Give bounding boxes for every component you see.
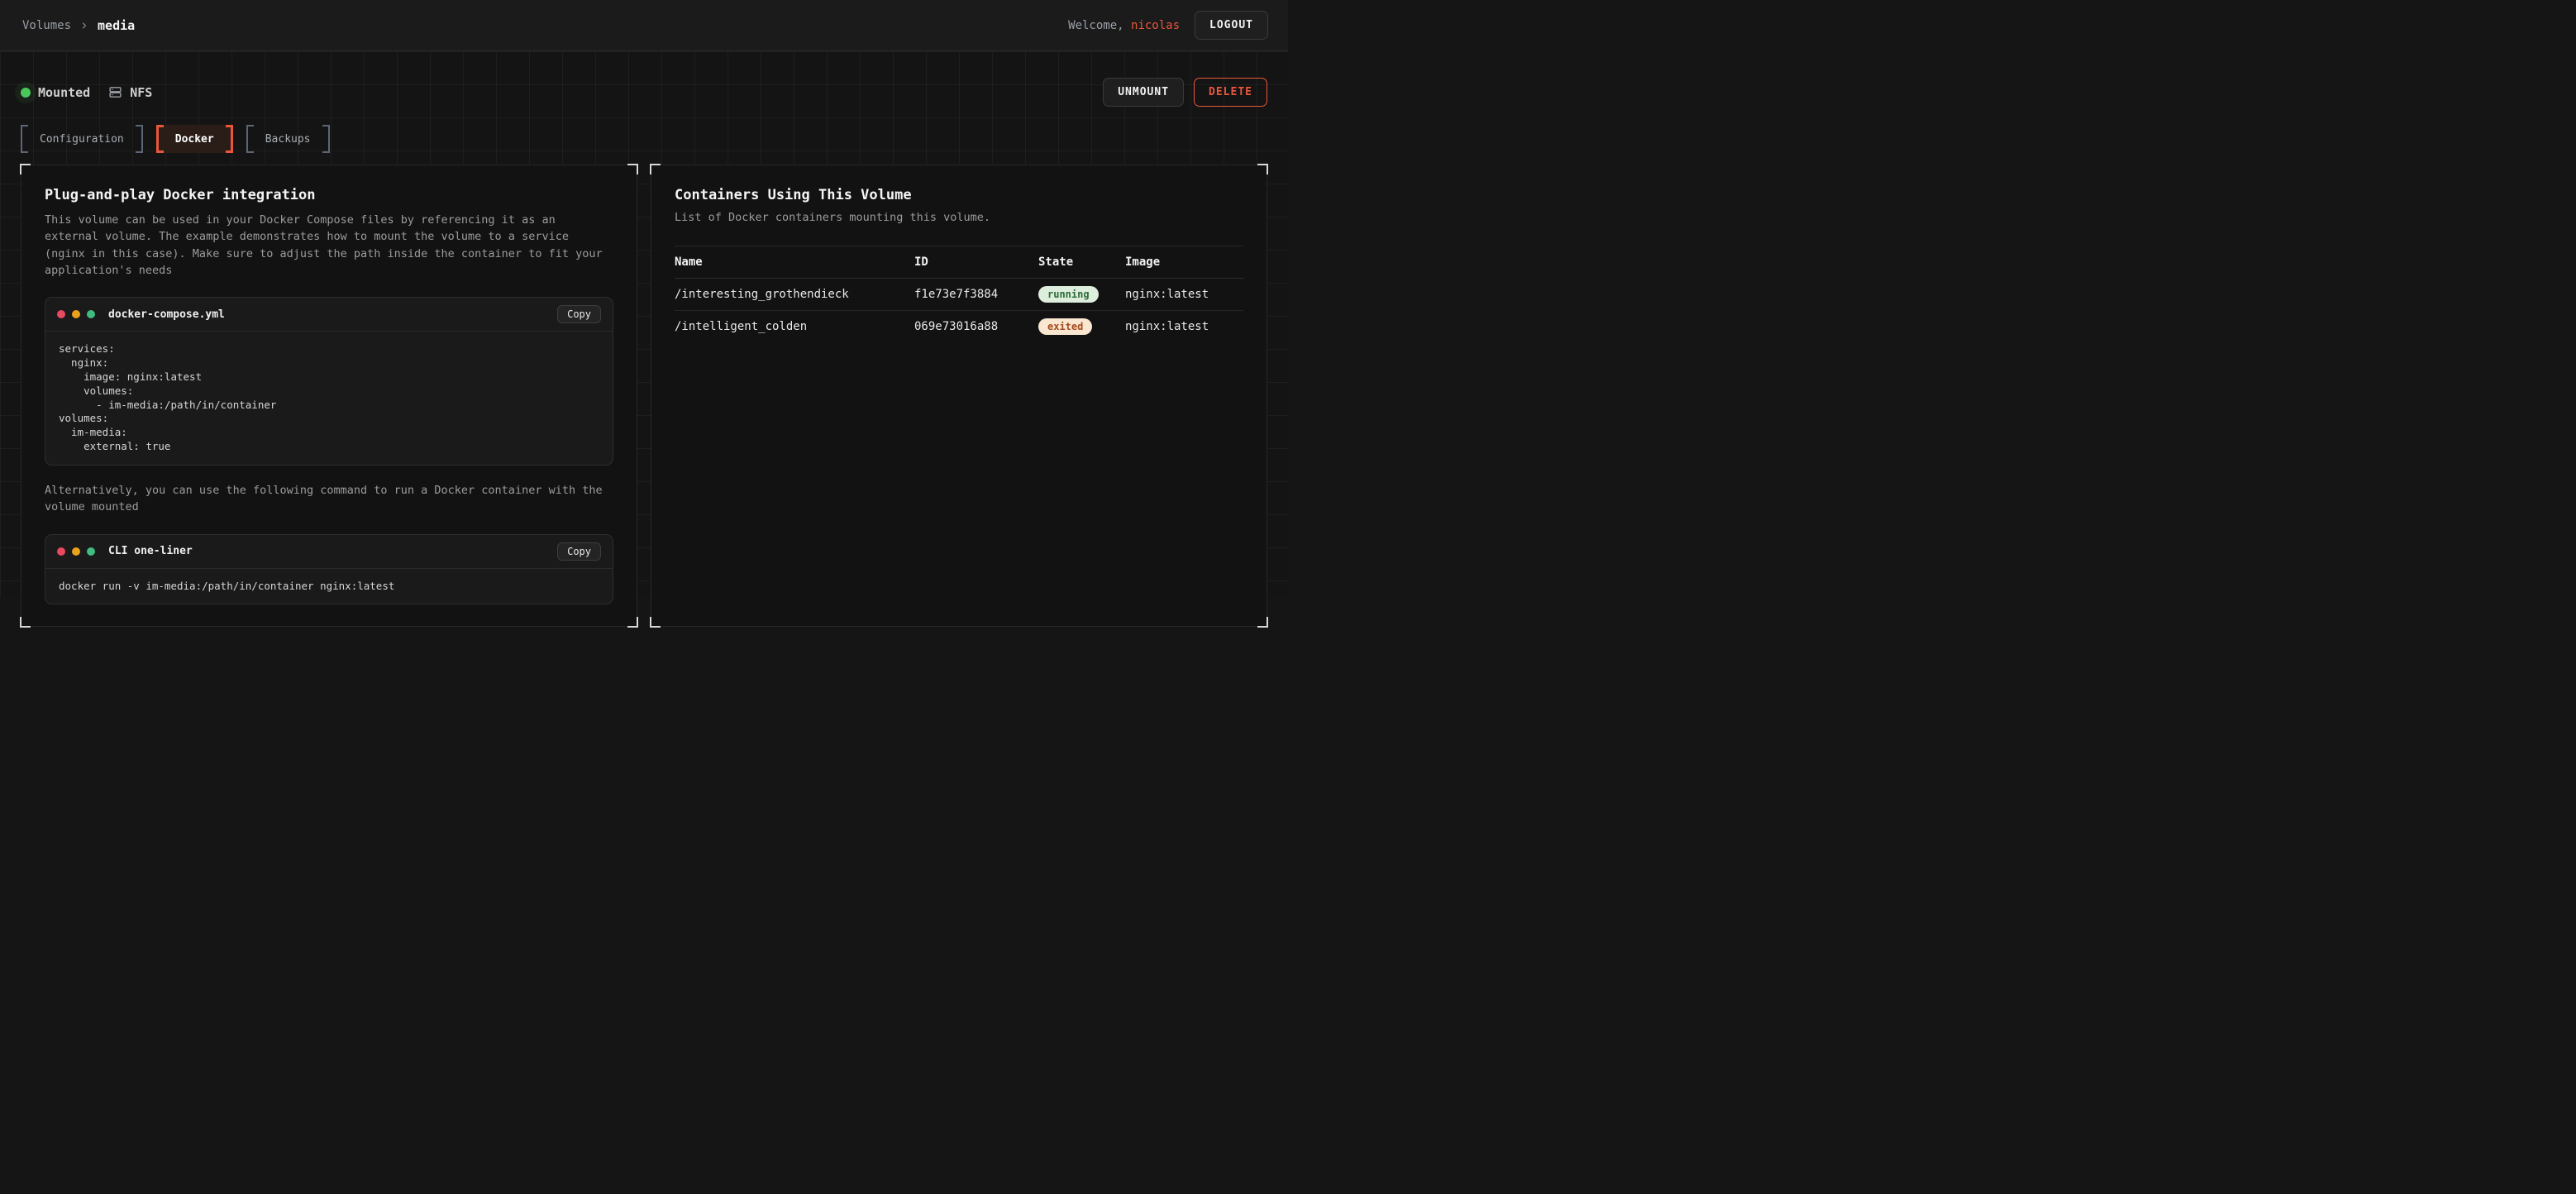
mounted-status-dot-icon	[21, 88, 31, 98]
traffic-light-red-icon	[57, 310, 65, 318]
tab-docker-label: Docker	[175, 133, 214, 146]
container-state: exited	[1038, 311, 1125, 342]
column-header-id: ID	[914, 246, 1038, 278]
tab-bracket-right	[322, 125, 330, 153]
docker-integration-panel: Plug-and-play Docker integration This vo…	[21, 165, 637, 627]
panel-corner-icon	[650, 164, 661, 174]
panels-row: Plug-and-play Docker integration This vo…	[21, 165, 1267, 627]
chevron-right-icon	[79, 21, 89, 31]
traffic-light-red-icon	[57, 547, 65, 556]
fs-type: NFS	[108, 85, 152, 100]
panel-corner-icon	[650, 617, 661, 628]
server-icon	[108, 85, 122, 99]
panel-corner-icon	[627, 164, 638, 174]
status-row: Mounted NFS UNMOUNT DELETE	[21, 51, 1267, 107]
unmount-button[interactable]: UNMOUNT	[1103, 78, 1184, 107]
cli-copy-button[interactable]: Copy	[557, 542, 601, 561]
container-name: /interesting_grothendieck	[675, 280, 914, 308]
docker-panel-description: This volume can be used in your Docker C…	[45, 212, 607, 279]
table-row: /intelligent_colden 069e73016a88 exited …	[675, 311, 1243, 342]
tab-bracket-right	[136, 125, 143, 153]
column-header-image: Image	[1125, 246, 1243, 278]
containers-panel: Containers Using This Volume List of Doc…	[651, 165, 1267, 627]
docker-panel-title: Plug-and-play Docker integration	[45, 187, 613, 203]
traffic-light-green-icon	[87, 310, 95, 318]
tab-bracket-left	[21, 125, 28, 153]
cli-code-content: docker run -v im-media:/path/in/containe…	[45, 569, 613, 604]
logout-button[interactable]: LOGOUT	[1195, 11, 1268, 40]
main-content: Mounted NFS UNMOUNT DELETE	[0, 51, 1288, 597]
compose-copy-button[interactable]: Copy	[557, 305, 601, 323]
panel-corner-icon	[20, 164, 31, 174]
containers-panel-subtitle: List of Docker containers mounting this …	[675, 211, 1243, 224]
traffic-light-green-icon	[87, 547, 95, 556]
container-id: f1e73e7f3884	[914, 280, 1038, 308]
container-image: nginx:latest	[1125, 280, 1243, 308]
container-name: /intelligent_colden	[675, 313, 914, 341]
traffic-light-yellow-icon	[72, 547, 80, 556]
container-image: nginx:latest	[1125, 313, 1243, 341]
cli-alt-description: Alternatively, you can use the following…	[45, 482, 613, 516]
tab-configuration-label: Configuration	[40, 133, 124, 146]
top-right-area: Welcome, nicolas LOGOUT	[1068, 11, 1268, 40]
breadcrumb-current: media	[98, 18, 135, 33]
tab-configuration[interactable]: Configuration	[21, 125, 143, 153]
cli-code-block: CLI one-liner Copy docker run -v im-medi…	[45, 534, 613, 605]
traffic-light-yellow-icon	[72, 310, 80, 318]
tab-docker[interactable]: Docker	[156, 125, 233, 153]
welcome-text: Welcome, nicolas	[1068, 19, 1180, 32]
compose-code-content: services: nginx: image: nginx:latest vol…	[45, 332, 613, 465]
delete-button[interactable]: DELETE	[1194, 78, 1267, 107]
status-badge: exited	[1038, 318, 1092, 335]
fs-type-label: NFS	[130, 85, 152, 100]
table-row: /interesting_grothendieck f1e73e7f3884 r…	[675, 279, 1243, 311]
cli-code-header: CLI one-liner Copy	[45, 535, 613, 569]
containers-table-header: Name ID State Image	[675, 246, 1243, 279]
tab-bar: Configuration Docker Backups	[21, 125, 1267, 153]
tab-backups[interactable]: Backups	[246, 125, 330, 153]
column-header-state: State	[1038, 246, 1125, 278]
tab-bracket-right	[226, 125, 233, 153]
container-id: 069e73016a88	[914, 313, 1038, 341]
tab-backups-label: Backups	[265, 133, 311, 146]
cli-block-title: CLI one-liner	[108, 545, 193, 557]
breadcrumb-volumes-link[interactable]: Volumes	[22, 19, 71, 32]
tab-bracket-left	[246, 125, 254, 153]
status-badge: running	[1038, 286, 1099, 303]
containers-panel-title: Containers Using This Volume	[675, 187, 1243, 203]
panel-corner-icon	[627, 617, 638, 628]
username-text: nicolas	[1131, 19, 1180, 32]
panel-corner-icon	[1257, 617, 1268, 628]
top-bar: Volumes media Welcome, nicolas LOGOUT	[0, 0, 1288, 51]
breadcrumb: Volumes media	[22, 18, 135, 33]
volume-actions: UNMOUNT DELETE	[1103, 78, 1267, 107]
panel-corner-icon	[20, 617, 31, 628]
panel-corner-icon	[1257, 164, 1268, 174]
containers-table-body: /interesting_grothendieck f1e73e7f3884 r…	[675, 279, 1243, 342]
mounted-status-label: Mounted	[38, 85, 90, 100]
volume-status: Mounted NFS	[21, 85, 152, 100]
compose-filename: docker-compose.yml	[108, 308, 225, 321]
welcome-prefix: Welcome,	[1068, 19, 1123, 32]
tab-bracket-left	[156, 125, 164, 153]
compose-code-block: docker-compose.yml Copy services: nginx:…	[45, 297, 613, 466]
containers-table: Name ID State Image /interesting_grothen…	[675, 246, 1243, 342]
column-header-name: Name	[675, 246, 914, 278]
container-state: running	[1038, 279, 1125, 310]
mounted-status: Mounted	[21, 85, 90, 100]
compose-code-header: docker-compose.yml Copy	[45, 298, 613, 332]
